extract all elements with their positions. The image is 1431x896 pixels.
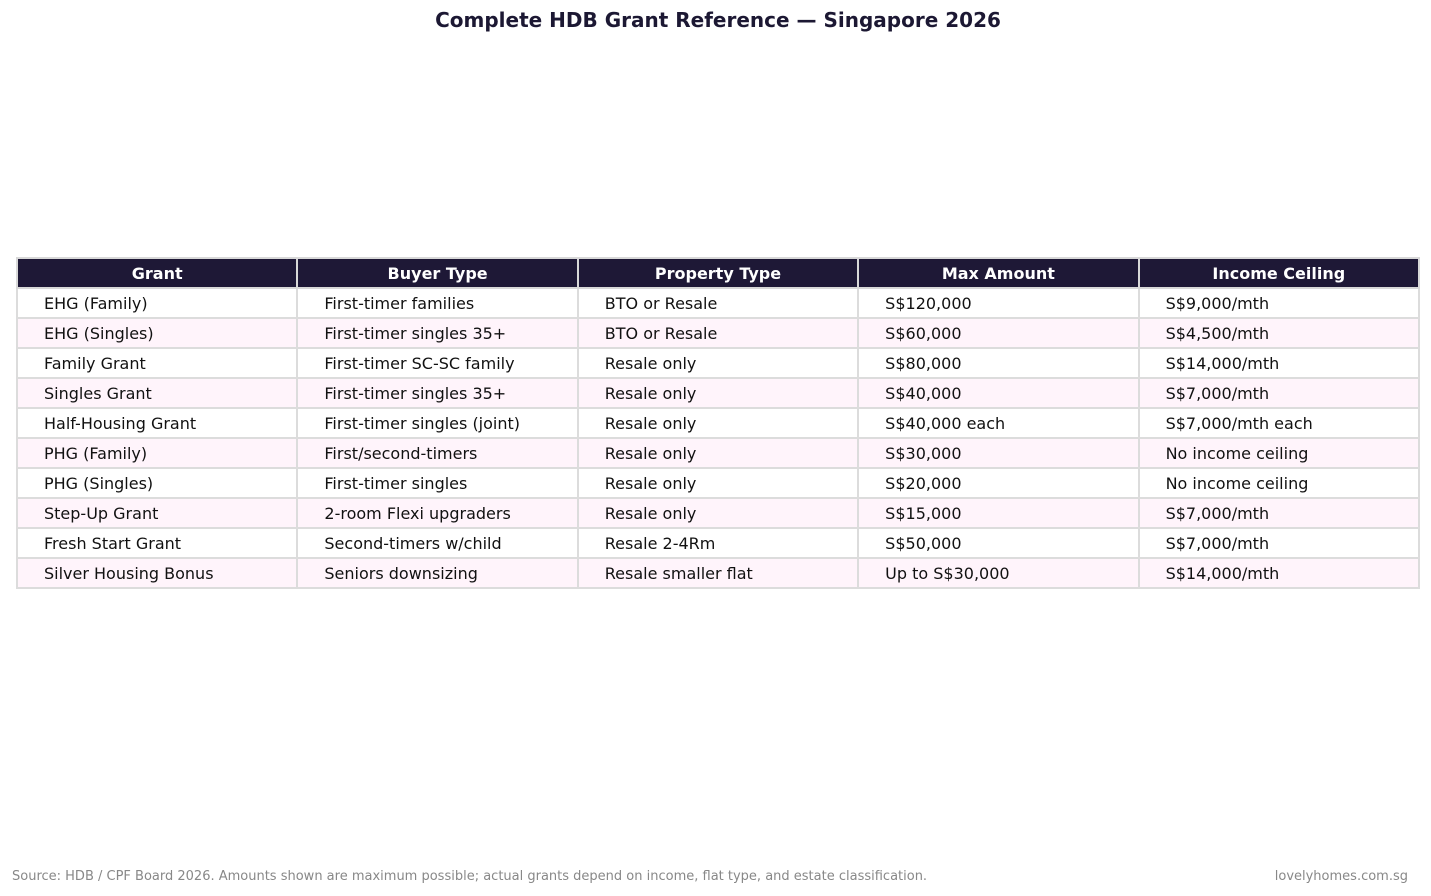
table-row: Family Grant First-timer SC-SC family Resa… (15, 347, 1421, 379)
table-cell: Family Grant (15, 347, 299, 379)
column-header: Buyer Type (296, 257, 579, 289)
table-cell: S$7,000/mth each (1137, 407, 1421, 439)
header-row: Grant Buyer Type Property Type Max Amount In… (15, 257, 1421, 289)
table-cell: S$80,000 (857, 347, 1140, 379)
table-cell: Resale smaller flat (576, 557, 860, 589)
table-row: Step-Up Grant 2-room Flexi upgraders Resal… (15, 497, 1421, 529)
table-cell: BTO or Resale (576, 317, 860, 349)
table-cell: S$4,500/mth (1137, 317, 1421, 349)
source-note: Source: HDB / CPF Board 2026. Amounts sh… (12, 869, 928, 884)
table-row: EHG (Family) First-timer families BTO or R… (15, 287, 1421, 319)
table-cell: PHG (Family) (15, 437, 299, 469)
table-cell: S$14,000/mth (1137, 557, 1421, 589)
column-header: Grant (15, 257, 299, 289)
column-header: Property Type (576, 257, 860, 289)
table-cell: S$9,000/mth (1137, 287, 1421, 319)
table-row: PHG (Singles) First-timer singles Resale o… (15, 467, 1421, 499)
table-cell: Resale 2-4Rm (576, 527, 860, 559)
table-cell: No income ceiling (1137, 437, 1421, 469)
table-cell: S$7,000/mth (1137, 527, 1421, 559)
column-header: Income Ceiling (1137, 257, 1421, 289)
table-cell: S$20,000 (857, 467, 1140, 499)
table-cell: Second-timers w/child (296, 527, 579, 559)
grant-table: Grant Buyer Type Property Type Max Amount In… (15, 257, 1421, 589)
table-cell: First-timer SC-SC family (296, 347, 579, 379)
page-title: Complete HDB Grant Reference — Singapore… (435, 8, 1001, 32)
table-cell: S$50,000 (857, 527, 1140, 559)
table-cell: S$14,000/mth (1137, 347, 1421, 379)
table-cell: Fresh Start Grant (15, 527, 299, 559)
table-cell: Resale only (576, 467, 860, 499)
table-cell: EHG (Family) (15, 287, 299, 319)
table-body: EHG (Family) First-timer families BTO or R… (15, 287, 1421, 589)
table-row: EHG (Singles) First-timer singles 35+ BTO … (15, 317, 1421, 349)
table-cell: First/second-timers (296, 437, 579, 469)
table-row: PHG (Family) First/second-timers Resale on… (15, 437, 1421, 469)
table-cell: First-timer singles (joint) (296, 407, 579, 439)
table-cell: BTO or Resale (576, 287, 860, 319)
table-cell: S$15,000 (857, 497, 1140, 529)
table-row: Fresh Start Grant Second-timers w/child Re… (15, 527, 1421, 559)
table-cell: S$60,000 (857, 317, 1140, 349)
table-cell: First-timer singles (296, 467, 579, 499)
table-cell: S$30,000 (857, 437, 1140, 469)
table-cell: S$40,000 each (857, 407, 1140, 439)
table-cell: No income ceiling (1137, 467, 1421, 499)
table-row: Half-Housing Grant First-timer singles (j… (15, 407, 1421, 439)
table-row: Silver Housing Bonus Seniors downsizing Re… (15, 557, 1421, 589)
table-cell: Half-Housing Grant (15, 407, 299, 439)
table-cell: Resale only (576, 437, 860, 469)
table-cell: Seniors downsizing (296, 557, 579, 589)
table-cell: PHG (Singles) (15, 467, 299, 499)
table-cell: First-timer singles 35+ (296, 317, 579, 349)
table-cell: First-timer families (296, 287, 579, 319)
column-header: Max Amount (857, 257, 1140, 289)
table-cell: First-timer singles 35+ (296, 377, 579, 409)
table-cell: Up to S$30,000 (857, 557, 1140, 589)
table-cell: Singles Grant (15, 377, 299, 409)
table-cell: Step-Up Grant (15, 497, 299, 529)
table-row: Singles Grant First-timer singles 35+ Resa… (15, 377, 1421, 409)
table-cell: EHG (Singles) (15, 317, 299, 349)
table-cell: Resale only (576, 497, 860, 529)
table-cell: S$7,000/mth (1137, 377, 1421, 409)
table-cell: Silver Housing Bonus (15, 557, 299, 589)
table-cell: S$120,000 (857, 287, 1140, 319)
table-cell: S$7,000/mth (1137, 497, 1421, 529)
table-cell: Resale only (576, 407, 860, 439)
table-cell: S$40,000 (857, 377, 1140, 409)
table-header: Grant Buyer Type Property Type Max Amount In… (15, 257, 1421, 289)
site-credit: lovelyhomes.com.sg (1274, 869, 1408, 884)
table-cell: Resale only (576, 377, 860, 409)
table-cell: 2-room Flexi upgraders (296, 497, 579, 529)
table-cell: Resale only (576, 347, 860, 379)
